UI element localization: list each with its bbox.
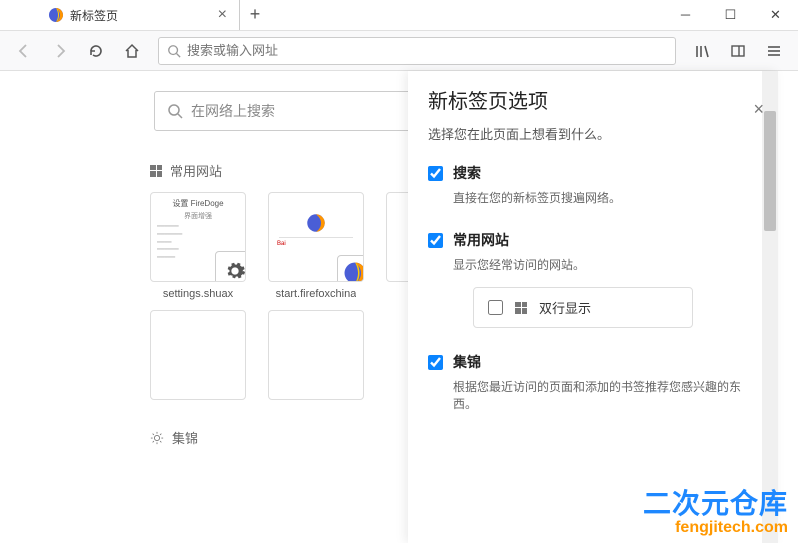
tile-start-firefoxchina[interactable]: Bai start.firefoxchina <box>268 192 364 300</box>
menu-button[interactable] <box>758 35 790 67</box>
tile-empty[interactable] <box>268 310 364 400</box>
tab-close-icon[interactable]: × <box>214 6 231 24</box>
option-label: 搜索 <box>453 163 481 183</box>
option-highlights-checkbox[interactable] <box>428 355 443 370</box>
option-search-checkbox[interactable] <box>428 166 443 181</box>
close-button[interactable]: ✕ <box>753 0 798 30</box>
gear-icon <box>215 251 246 282</box>
minimize-button[interactable]: ─ <box>663 0 708 30</box>
topsites-label: 常用网站 <box>170 161 222 180</box>
highlights-icon <box>150 431 164 445</box>
newtab-options-panel: 新标签页选项 × 选择您在此页面上想看到什么。 搜索 直接在您的新标签页搜遍网络… <box>408 71 778 543</box>
search-icon <box>167 44 181 58</box>
option-desc: 直接在您的新标签页搜遍网络。 <box>453 189 758 206</box>
search-icon <box>167 103 183 119</box>
option-highlights: 集锦 根据您最近访问的页面和添加的书签推荐您感兴趣的东西。 <box>428 352 758 412</box>
option-label: 常用网站 <box>453 230 509 250</box>
window-controls: ─ ☐ ✕ <box>663 0 798 30</box>
tile-label: start.firefoxchina <box>276 288 357 300</box>
tab-title: 新标签页 <box>70 7 118 24</box>
option-topsites: 常用网站 显示您经常访问的网站。 双行显示 <box>428 230 758 328</box>
url-bar[interactable] <box>158 37 676 65</box>
close-icon[interactable]: × <box>753 99 764 120</box>
scrollbar[interactable] <box>762 71 778 543</box>
reload-button[interactable] <box>80 35 112 67</box>
tile-settings-shuax[interactable]: 设置 FireDoge 界面增强 ━━━━━━━━━━━━━━━━━━━━━━━… <box>150 192 246 300</box>
option-desc: 显示您经常访问的网站。 <box>453 256 758 273</box>
panel-title: 新标签页选项 <box>428 85 758 114</box>
newtab-content: 在网络上搜索 常用网站 设置 FireDoge 界面增强 ━━━━━━━━━━━… <box>0 71 798 543</box>
option-search: 搜索 直接在您的新标签页搜遍网络。 <box>428 163 758 206</box>
firefox-icon <box>48 7 64 23</box>
grid-icon <box>150 165 162 177</box>
option-tworows-label: 双行显示 <box>539 298 591 317</box>
option-tworows-checkbox[interactable] <box>488 300 503 315</box>
toolbar <box>0 31 798 71</box>
forward-button[interactable] <box>44 35 76 67</box>
watermark: 二次元仓库 fengjitech.com <box>643 489 788 537</box>
firefox-icon <box>337 255 364 282</box>
watermark-line1: 二次元仓库 <box>643 489 788 520</box>
tile-empty[interactable] <box>150 310 246 400</box>
option-topsites-checkbox[interactable] <box>428 233 443 248</box>
option-label: 集锦 <box>453 352 481 372</box>
grid-icon <box>515 302 527 314</box>
watermark-line2: fengjitech.com <box>643 519 788 537</box>
tile-label: settings.shuax <box>163 288 233 300</box>
highlights-label: 集锦 <box>172 428 198 447</box>
firefox-icon <box>306 213 326 238</box>
back-button[interactable] <box>8 35 40 67</box>
titlebar: 新标签页 × + ─ ☐ ✕ <box>0 0 798 31</box>
sidebar-button[interactable] <box>722 35 754 67</box>
library-button[interactable] <box>686 35 718 67</box>
new-tab-button[interactable]: + <box>240 0 270 30</box>
maximize-button[interactable]: ☐ <box>708 0 753 30</box>
option-desc: 根据您最近访问的页面和添加的书签推荐您感兴趣的东西。 <box>453 378 758 412</box>
panel-subtitle: 选择您在此页面上想看到什么。 <box>428 124 758 143</box>
option-tworows[interactable]: 双行显示 <box>473 287 693 328</box>
browser-tab[interactable]: 新标签页 × <box>40 0 240 30</box>
home-button[interactable] <box>116 35 148 67</box>
url-input[interactable] <box>187 43 667 58</box>
search-placeholder: 在网络上搜索 <box>191 101 275 121</box>
